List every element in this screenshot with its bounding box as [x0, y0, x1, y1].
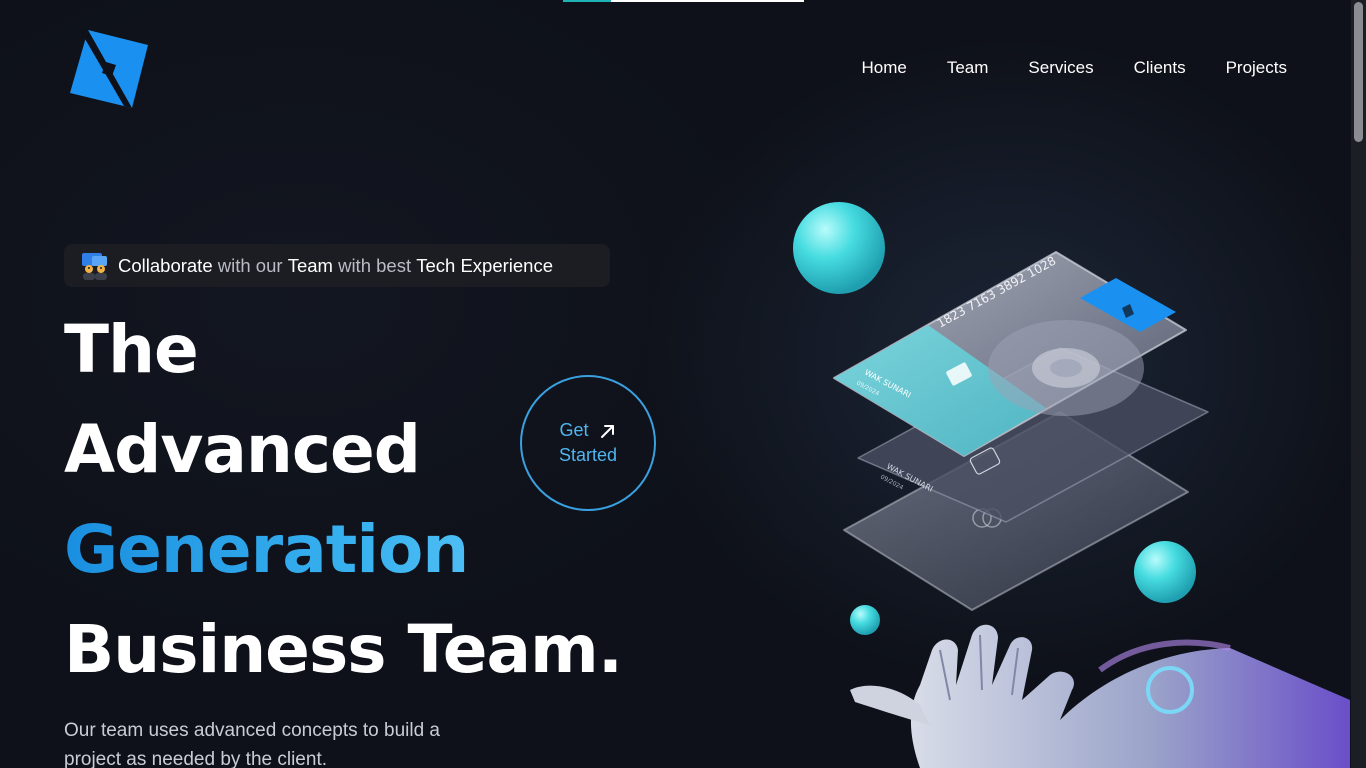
hero-illustration: WAK SUNARI 09/2024 1823 7163 3892 1028 W… — [793, 202, 1350, 768]
sphere-small — [850, 605, 880, 635]
nav-item-team[interactable]: Team — [947, 56, 989, 80]
hero-description: Our team uses advanced concepts to build… — [64, 720, 441, 768]
scrollbar-track[interactable] — [1351, 0, 1366, 768]
arrow-up-right-icon — [600, 424, 614, 438]
hero-title: The Advanced Generation Business Team. — [64, 300, 623, 700]
team-icon — [82, 252, 107, 280]
top-progress-accent — [563, 0, 611, 2]
nav-item-home[interactable]: Home — [861, 56, 906, 80]
nav-item-clients[interactable]: Clients — [1134, 56, 1186, 80]
hero-title-line-1: The — [64, 311, 199, 388]
badge-text-tech-experience: Tech Experience — [416, 254, 554, 276]
hero-title-line-4: Business Team. — [64, 611, 623, 688]
nav-item-projects[interactable]: Projects — [1226, 56, 1287, 80]
hero-badge: Collaborate with our Team with best Tech… — [64, 244, 610, 287]
landing-page: Home Team Services Clients Projects Coll… — [0, 0, 1366, 768]
sphere-medium — [1134, 541, 1196, 603]
robot-hand — [850, 624, 1350, 768]
get-started-button[interactable]: Get Started — [520, 375, 656, 511]
logo-icon[interactable] — [68, 28, 150, 110]
main-nav: Home Team Services Clients Projects — [861, 56, 1287, 80]
sphere-large — [793, 202, 885, 294]
nav-item-services[interactable]: Services — [1028, 56, 1093, 80]
badge-text-with-our: with our — [212, 254, 288, 276]
badge-text-team: Team — [287, 254, 333, 276]
scrollbar-thumb[interactable] — [1354, 2, 1363, 142]
badge-text-collaborate: Collaborate — [118, 254, 213, 276]
get-started-label-line2: Started — [558, 445, 618, 465]
hero-title-line-3-highlight: Generation — [64, 500, 622, 600]
badge-text-with-best: with best — [332, 254, 417, 276]
get-started-label-line1: Get — [559, 420, 589, 440]
